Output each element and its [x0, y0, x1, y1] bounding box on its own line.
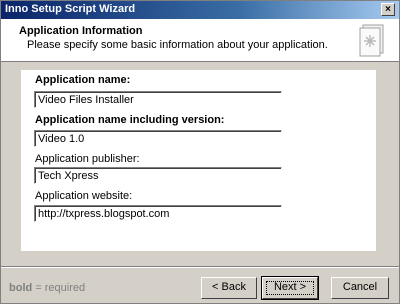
document-wizard-icon: [359, 24, 384, 57]
app-version-label: Application name including version:: [35, 114, 225, 126]
publisher-label: Application publisher:: [35, 153, 140, 165]
next-button[interactable]: Next >: [261, 276, 319, 300]
wizard-header: Application Information Please specify s…: [1, 19, 399, 62]
title-bar[interactable]: Inno Setup Script Wizard ×: [1, 1, 399, 19]
app-name-input[interactable]: Video Files Installer: [34, 91, 282, 108]
window-title: Inno Setup Script Wizard: [5, 3, 136, 15]
back-button[interactable]: < Back: [201, 277, 257, 299]
close-button[interactable]: ×: [381, 3, 395, 16]
focus-ring: [266, 281, 314, 295]
legend-text: = required: [32, 282, 86, 294]
legend-bold: bold: [9, 282, 33, 294]
website-input[interactable]: http://txpress.blogspot.com: [34, 205, 282, 222]
app-version-input[interactable]: Video 1.0: [34, 130, 282, 147]
page-title: Application Information: [19, 25, 143, 37]
form-panel: Application name: Video Files Installer …: [21, 70, 376, 251]
required-legend: bold = required: [9, 282, 85, 294]
app-name-label: Application name:: [35, 74, 131, 86]
wizard-window: Inno Setup Script Wizard × Application I…: [0, 0, 400, 304]
back-button-label: < Back: [212, 281, 246, 293]
publisher-input[interactable]: Tech Xpress: [34, 167, 282, 184]
close-icon: ×: [385, 4, 391, 15]
footer-divider: [1, 266, 399, 268]
cancel-button[interactable]: Cancel: [331, 277, 389, 299]
cancel-button-label: Cancel: [342, 281, 378, 293]
page-subtitle: Please specify some basic information ab…: [27, 39, 328, 51]
website-label: Application website:: [35, 190, 133, 202]
